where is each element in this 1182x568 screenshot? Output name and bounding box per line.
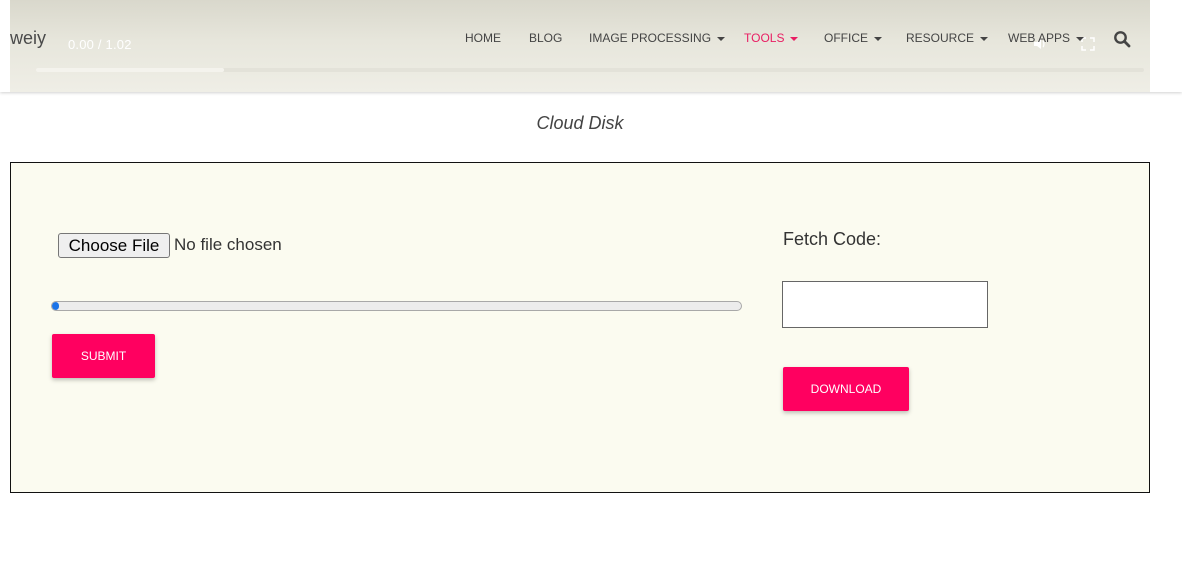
nav-item-label: HOME [465,31,501,45]
top-navbar: 0.00 / 1.02 weiy HOME BLOG IMAGE PROCESS… [0,0,1182,92]
fetch-code-label: Fetch Code: [783,229,882,249]
site-logo[interactable]: weiy [10,28,46,49]
nav-item-label: OFFICE [824,31,868,45]
nav-item-label: TOOLS [744,31,785,45]
file-status-text: No file chosen [174,235,282,254]
video-seek-played [36,68,225,72]
search-icon[interactable] [1113,30,1131,48]
video-player[interactable]: 0.00 / 1.02 [10,0,1150,92]
nav-item-tools[interactable]: TOOLS [744,31,799,45]
nav-item-label: BLOG [529,31,563,45]
nav-item-blog[interactable]: BLOG [529,31,562,45]
cloud-disk-panel: Choose File No file chosen SUBMIT Fetch … [10,162,1150,493]
caret-down-icon [717,36,726,41]
video-seek-bar[interactable] [36,68,1144,72]
nav-item-image-processing[interactable]: IMAGE PROCESSING [589,31,726,45]
submit-button[interactable]: SUBMIT [52,334,155,378]
nav-item-label: WEB APPS [1008,31,1071,45]
upload-progress-fill [52,302,59,310]
caret-down-icon [980,36,989,41]
nav-item-label: RESOURCE [906,31,975,45]
video-time: 0.00 / 1.02 [68,37,132,52]
caret-down-icon [790,36,799,41]
nav-item-label: IMAGE PROCESSING [589,31,712,45]
fetch-code-input[interactable] [782,281,988,328]
nav-item-web-apps[interactable]: WEB APPS [1008,31,1085,45]
download-button[interactable]: DOWNLOAD [783,367,909,411]
caret-down-icon [1076,36,1085,41]
nav-item-resource[interactable]: RESOURCE [906,31,989,45]
nav-item-home[interactable]: HOME [465,31,501,45]
nav-item-office[interactable]: OFFICE [824,31,882,45]
caret-down-icon [874,36,882,41]
choose-file-button[interactable]: Choose File [58,233,170,258]
upload-progress-bar [51,301,742,311]
page-title: Cloud Disk [536,113,624,133]
